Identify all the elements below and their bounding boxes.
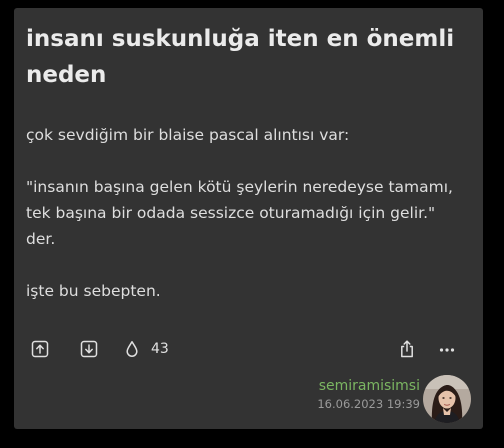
entry-quote: "insanın başına gelen kötü şeylerin nere… xyxy=(26,174,476,252)
entry-quote-line2: tek başına bir odada sessizce oturamadığ… xyxy=(26,204,436,222)
entry-title-line2[interactable]: neden xyxy=(26,62,106,88)
drop-icon xyxy=(126,341,138,357)
entry-quote-line1: "insanın başına gelen kötü şeylerin nere… xyxy=(26,178,453,196)
avatar[interactable] xyxy=(423,375,471,423)
entry-body: çok sevdiğim bir blaise pascal alıntısı … xyxy=(26,122,476,304)
entry-outro: işte bu sebepten. xyxy=(26,282,161,300)
entry-quote-line3: der. xyxy=(26,230,56,248)
avatar-image xyxy=(423,375,471,423)
arrow-up-box-icon xyxy=(31,340,49,358)
entry-title[interactable]: insanı suskunluğa iten en önemli neden xyxy=(26,21,466,93)
share-button[interactable] xyxy=(397,339,417,359)
author-info: semiramisimsi 16.06.2023 19:39 xyxy=(317,376,420,412)
drop-count: 43 xyxy=(151,341,169,357)
more-options-button[interactable] xyxy=(437,339,457,359)
share-icon xyxy=(401,340,413,358)
arrow-down-box-icon xyxy=(80,340,98,358)
author-name[interactable]: semiramisimsi xyxy=(317,376,420,396)
entry-actions: 43 xyxy=(14,336,483,362)
more-dots-icon xyxy=(439,348,455,352)
entry-intro: çok sevdiğim bir blaise pascal alıntısı … xyxy=(26,126,350,144)
drop-button[interactable] xyxy=(122,339,142,359)
downvote-button[interactable] xyxy=(79,339,99,359)
entry-card: insanı suskunluğa iten en önemli neden ç… xyxy=(14,8,483,429)
entry-date[interactable]: 16.06.2023 19:39 xyxy=(317,396,420,412)
upvote-button[interactable] xyxy=(30,339,50,359)
entry-title-line1[interactable]: insanı suskunluğa iten en önemli xyxy=(26,26,454,52)
